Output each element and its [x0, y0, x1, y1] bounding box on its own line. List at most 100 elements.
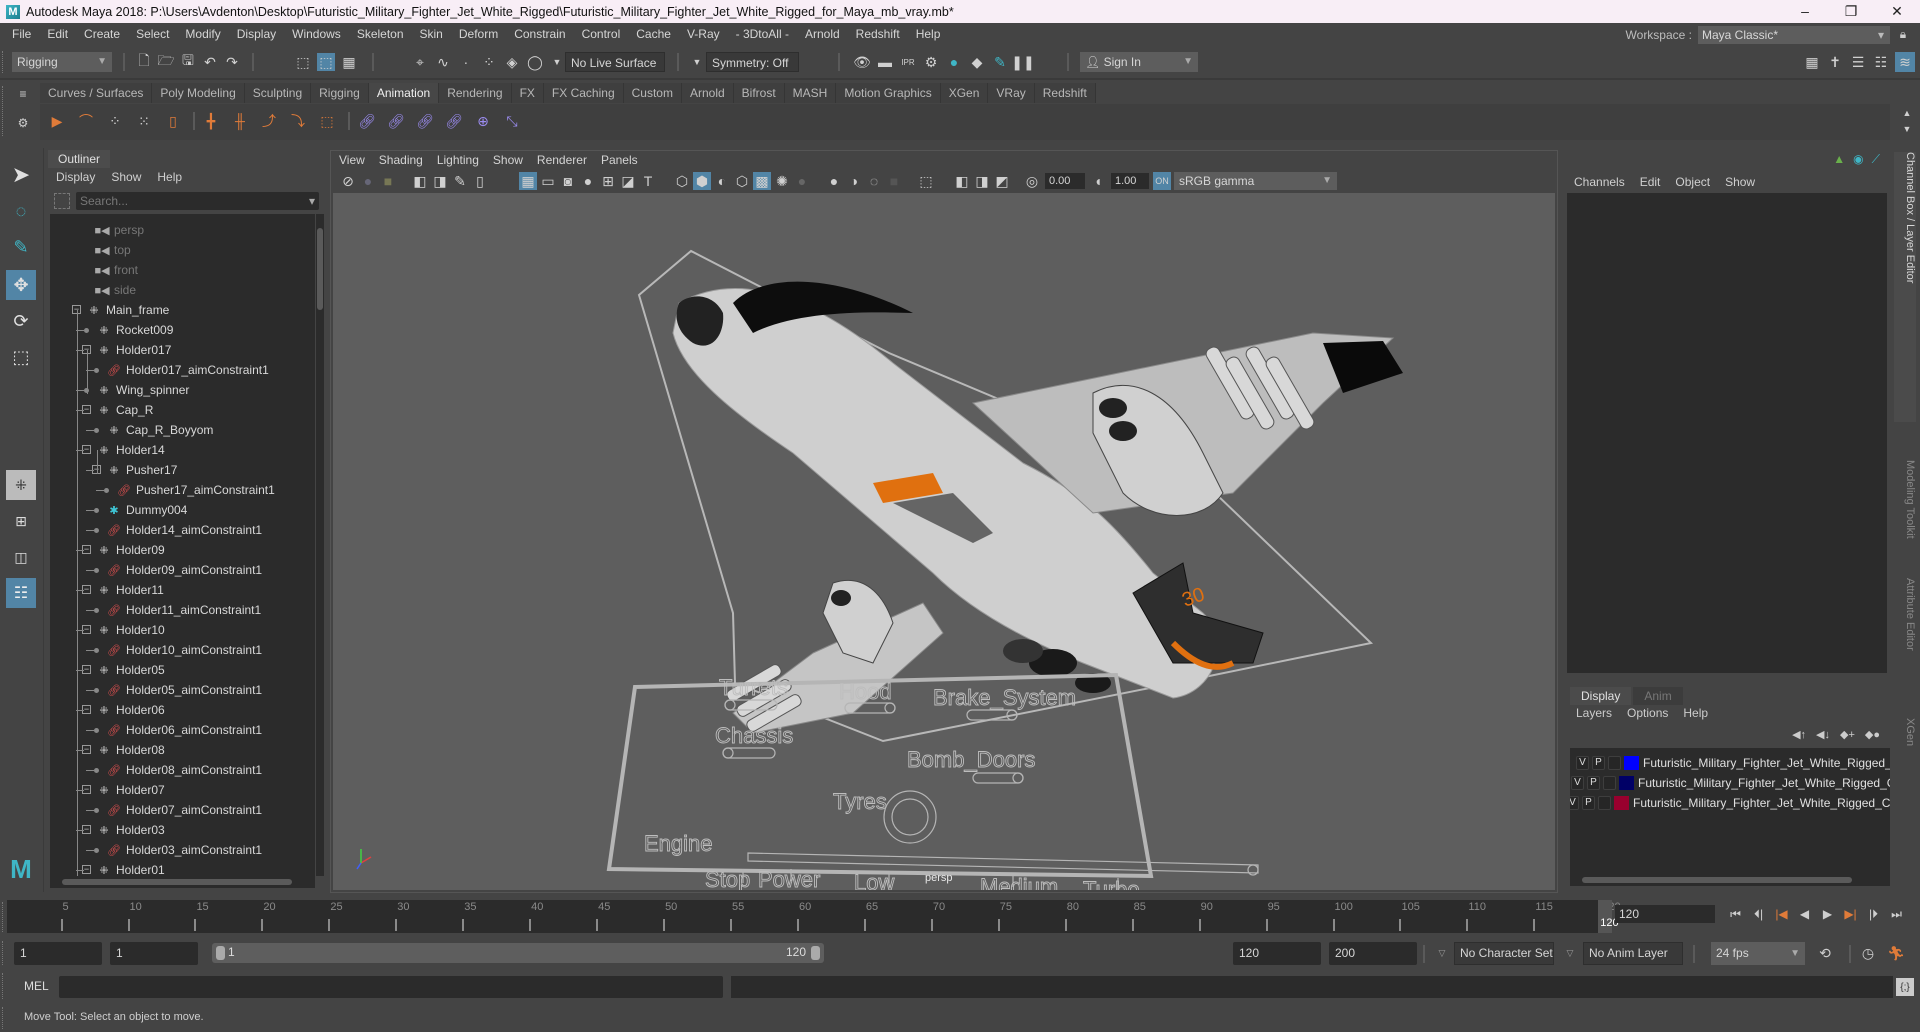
outliner-item[interactable]: 🔗︎ Holder017_aimConstraint1: [106, 360, 269, 380]
outliner-item[interactable]: 🔗︎ Pusher17_aimConstraint1: [116, 480, 275, 500]
outliner-item[interactable]: 🔗︎ Holder05_aimConstraint1: [106, 680, 262, 700]
go-to-start-button[interactable]: ⏮: [1727, 904, 1744, 924]
rotate-tool-icon[interactable]: ⟳: [6, 306, 36, 336]
textured-icon[interactable]: ▩: [753, 172, 771, 190]
viewport-canvas[interactable]: 30 Turrets Hood Brake_System Chassis Bomb_Do…: [333, 193, 1555, 890]
playback-end-field[interactable]: 120: [1233, 942, 1321, 965]
sign-in-dropdown[interactable]: 👤︎ Sign In ▼: [1080, 52, 1198, 72]
scene-start-field[interactable]: 1: [14, 942, 102, 965]
minimize-button[interactable]: –: [1782, 0, 1828, 23]
hypershade-icon[interactable]: ●: [945, 53, 963, 71]
new-empty-layer-icon[interactable]: ◆+: [1840, 728, 1855, 741]
smooth-shade-icon[interactable]: ⬢: [693, 172, 711, 190]
shelf-tab-poly-modeling[interactable]: Poly Modeling: [152, 83, 245, 103]
lasso-tool-icon[interactable]: ◌: [6, 196, 36, 226]
unghost-all-icon[interactable]: ⁙: [135, 112, 153, 130]
outliner-item[interactable]: ⁜ Rocket009: [96, 320, 173, 340]
safe-title-icon[interactable]: T: [639, 172, 657, 190]
shelf-scroll-down-icon[interactable]: ▼: [1898, 120, 1916, 138]
2d-pan-zoom-icon[interactable]: ◨: [431, 172, 449, 190]
side-tab-attribute-editor[interactable]: Attribute Editor: [1894, 578, 1916, 708]
move-layer-up-icon[interactable]: ◀↑: [1792, 728, 1806, 741]
lock-icon[interactable]: 🔒︎: [1896, 27, 1910, 43]
anim-layer-dropdown-icon[interactable]: ▽: [1561, 944, 1579, 962]
use-all-lights-icon[interactable]: ✺: [773, 172, 791, 190]
paint-select-tool-icon[interactable]: ✎: [6, 232, 36, 262]
menu-edit[interactable]: Edit: [39, 27, 76, 41]
layer-menu-layers[interactable]: Layers: [1576, 706, 1612, 720]
outliner-item[interactable]: 🔗︎ Holder11_aimConstraint1: [106, 600, 261, 620]
layer-playback-toggle[interactable]: P: [1582, 796, 1595, 810]
outliner-item[interactable]: ■◀ front: [94, 260, 138, 280]
outliner-item[interactable]: ⁜ Main_frame: [86, 300, 169, 320]
menu-file[interactable]: File: [4, 27, 39, 41]
script-editor-icon[interactable]: {;}: [1896, 978, 1914, 996]
shelf-tab-rendering[interactable]: Rendering: [439, 83, 512, 103]
outliner-item[interactable]: 🔗︎ Holder07_aimConstraint1: [106, 800, 262, 820]
outliner-item[interactable]: ⁜ Holder017: [96, 340, 171, 360]
grid-toggle-icon[interactable]: ▯: [471, 172, 489, 190]
menu-3dtoall[interactable]: - 3DtoAll -: [728, 27, 797, 41]
shelf-tab-curves-surfaces[interactable]: Curves / Surfaces: [40, 83, 153, 103]
scale-constraint-icon[interactable]: 🔗︎: [445, 112, 463, 130]
mel-command-input[interactable]: [59, 976, 723, 998]
shelf-tab-custom[interactable]: Custom: [623, 83, 682, 103]
shelf-tab-redshift[interactable]: Redshift: [1034, 83, 1096, 103]
shelf-tab-mash[interactable]: MASH: [784, 83, 837, 103]
status-line-grip[interactable]: [2, 51, 5, 73]
side-tab-channel-box-layer-editor[interactable]: Channel Box / Layer Editor: [1894, 152, 1916, 422]
render-settings-icon[interactable]: ⚙: [922, 53, 940, 71]
character-set-dropdown-icon[interactable]: ▽: [1433, 944, 1451, 962]
layer-tab-anim[interactable]: Anim: [1633, 687, 1683, 705]
select-by-object-icon[interactable]: ⬚: [317, 53, 335, 71]
layer-color-swatch[interactable]: [1619, 776, 1634, 790]
undo-icon[interactable]: ↶: [201, 53, 219, 71]
outliner-item[interactable]: ⁜ Holder08: [96, 740, 164, 760]
outliner-menu-show[interactable]: Show: [111, 170, 141, 184]
menu-help[interactable]: Help: [908, 27, 949, 41]
render-setup-icon[interactable]: ◆: [968, 53, 986, 71]
side-tab-modeling-toolkit[interactable]: Modeling Toolkit: [1894, 460, 1916, 570]
outliner-item[interactable]: 🔗︎ Holder03_aimConstraint1: [106, 840, 262, 860]
shelf-tab-animation[interactable]: Animation: [368, 83, 440, 103]
play-forwards-button[interactable]: ▶: [1819, 904, 1836, 924]
exposure-icon[interactable]: ◎: [1023, 172, 1041, 190]
go-to-end-button[interactable]: ⏭: [1888, 904, 1905, 924]
outliner-item[interactable]: ⁜ Pusher17: [106, 460, 177, 480]
outliner-item[interactable]: 🔗︎ Holder10_aimConstraint1: [106, 640, 262, 660]
range-start-handle[interactable]: [216, 946, 225, 960]
shelf-tab-sculpting[interactable]: Sculpting: [244, 83, 312, 103]
key-rotate-icon[interactable]: ⤵: [289, 112, 307, 130]
motion-blur-icon[interactable]: ◑: [845, 172, 863, 190]
channel-box-toggle-icon[interactable]: ≋: [1895, 52, 1915, 72]
save-scene-icon[interactable]: 🖫: [179, 52, 197, 71]
channel-box-menu-channels[interactable]: Channels: [1574, 175, 1625, 189]
grid-icon[interactable]: ▦: [519, 172, 537, 190]
playback-start-field[interactable]: 1: [110, 942, 198, 965]
outliner-item[interactable]: 🔗︎ Holder08_aimConstraint1: [106, 760, 262, 780]
menu-arnold[interactable]: Arnold: [797, 27, 848, 41]
color-space-dropdown[interactable]: sRGB gamma ▼: [1174, 172, 1337, 190]
pole-vector-constraint-icon[interactable]: ⤡: [503, 112, 521, 130]
snap-to-point-icon[interactable]: ∙: [457, 53, 475, 71]
snap-to-curve-icon[interactable]: ∿: [434, 53, 452, 71]
menu-skeleton[interactable]: Skeleton: [349, 27, 412, 41]
anim-layer-field[interactable]: No Anim Layer: [1583, 942, 1683, 965]
menuset-dropdown[interactable]: Rigging ▼: [12, 52, 112, 72]
outliner-item[interactable]: ⁜ Wing_spinner: [96, 380, 189, 400]
channel-box-area[interactable]: [1567, 193, 1887, 673]
ipr-render-icon[interactable]: IPR: [899, 53, 917, 71]
pause-viewport-icon[interactable]: ❚❚: [1011, 53, 1034, 71]
layer-editor-icon[interactable]: ◉: [1853, 152, 1863, 167]
live-surface-field[interactable]: No Live Surface: [565, 52, 665, 72]
modeling-toolkit-icon[interactable]: ▦: [1803, 53, 1821, 71]
step-forward-key-button[interactable]: ▶|: [1842, 904, 1859, 924]
open-scene-icon[interactable]: 🗁: [157, 52, 175, 71]
aim-constraint-icon[interactable]: ⊕: [474, 112, 492, 130]
four-view-layout-icon[interactable]: ⊞: [6, 506, 36, 536]
outliner-layout-icon[interactable]: ☷: [6, 578, 36, 608]
color-management-toggle-icon[interactable]: ON: [1153, 172, 1171, 190]
layer-playback-toggle[interactable]: P: [1592, 756, 1605, 770]
character-set-field[interactable]: No Character Set: [1454, 942, 1554, 965]
gate-mask-icon[interactable]: ●: [579, 172, 597, 190]
